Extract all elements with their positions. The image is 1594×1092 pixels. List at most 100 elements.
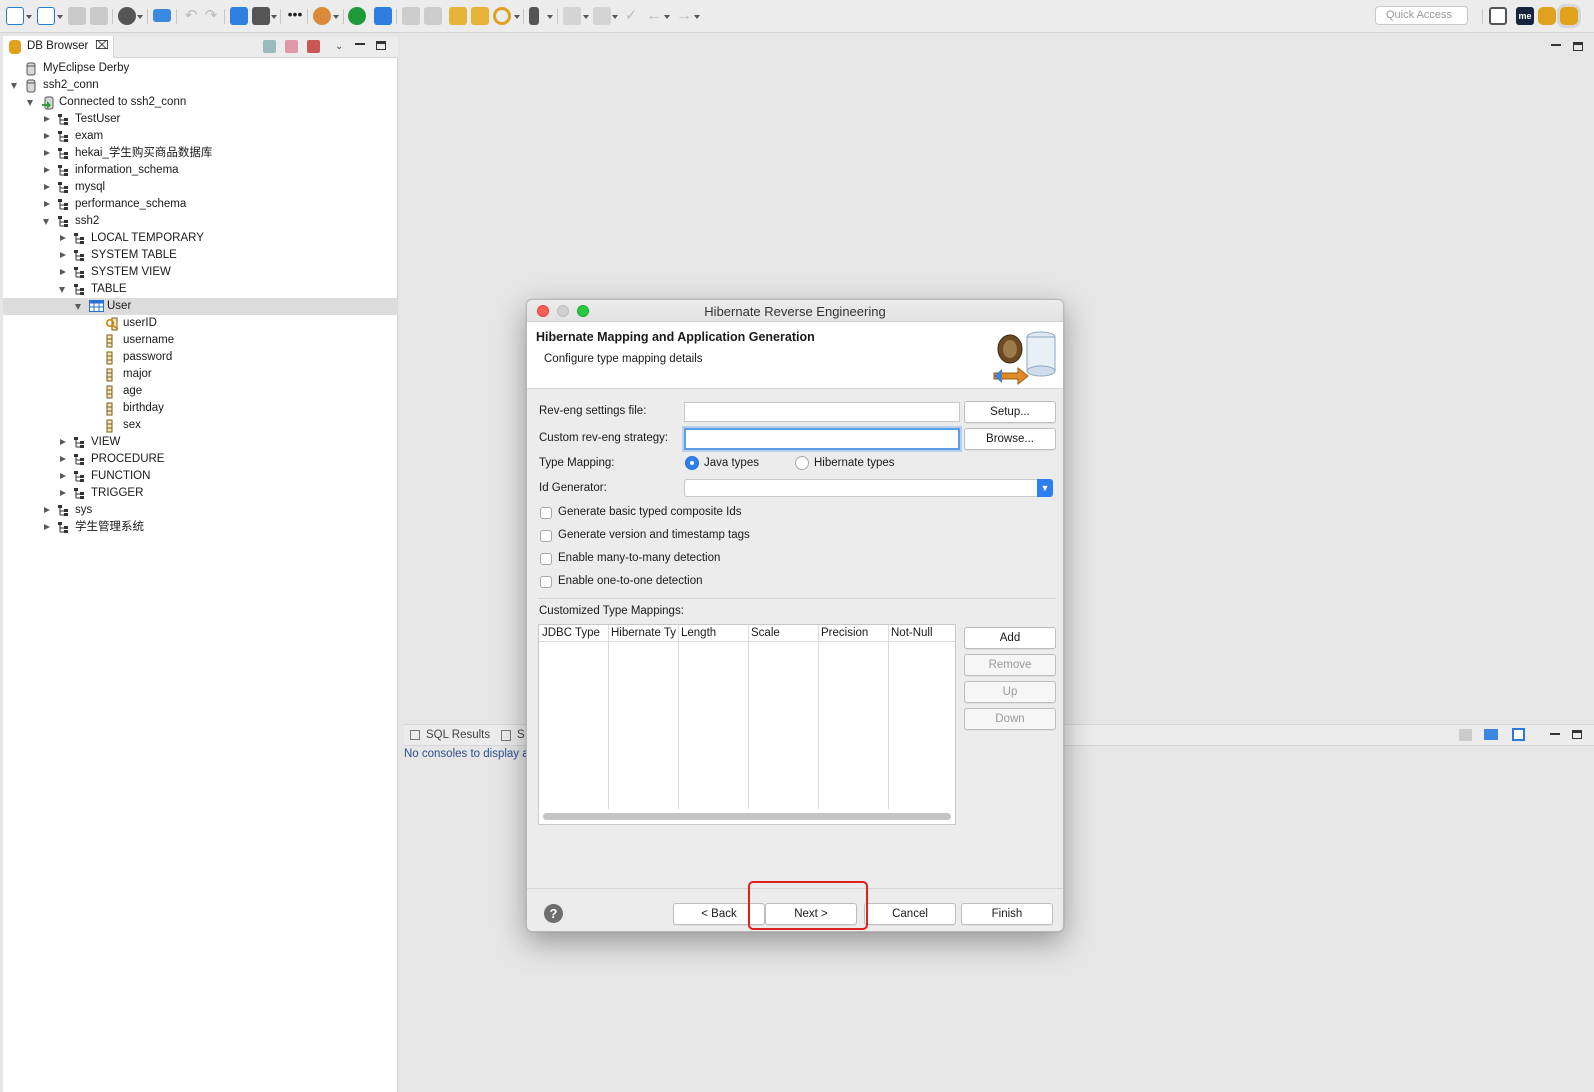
save-icon[interactable] <box>68 7 86 25</box>
new-object-icon[interactable] <box>37 7 55 25</box>
collapse-arrow-icon[interactable] <box>60 456 66 462</box>
tree-item[interactable]: birthday <box>3 400 398 417</box>
refresh-icon[interactable] <box>307 40 320 53</box>
tree-item[interactable]: FUNCTION <box>3 468 398 485</box>
collapse-arrow-icon[interactable] <box>60 252 66 258</box>
cancel-button[interactable]: Cancel <box>864 903 956 925</box>
col-hibernate-type[interactable]: Hibernate Ty <box>608 625 678 642</box>
remove-button[interactable]: Remove <box>964 654 1056 676</box>
pin-console-icon[interactable] <box>1459 729 1472 741</box>
java-types-label[interactable]: Java types <box>704 457 759 469</box>
horizontal-scrollbar[interactable] <box>543 813 951 820</box>
undo-icon[interactable]: ↶ <box>182 7 200 25</box>
tab-sql-results[interactable]: SQL Results <box>426 729 490 741</box>
down-button[interactable]: Down <box>964 708 1056 730</box>
col-scale[interactable]: Scale <box>748 625 818 642</box>
edit2-icon[interactable] <box>593 7 611 25</box>
one-to-one-label[interactable]: Enable one-to-one detection <box>558 575 703 587</box>
version-timestamp-label[interactable]: Generate version and timestamp tags <box>558 529 750 541</box>
database-icon[interactable] <box>1538 7 1556 25</box>
col-jdbc-type[interactable]: JDBC Type <box>539 625 608 642</box>
tree-item[interactable]: TABLE <box>3 281 398 298</box>
collapse-arrow-icon[interactable] <box>60 490 66 496</box>
browse-button[interactable]: Browse... <box>964 428 1056 450</box>
console-maximize-icon[interactable] <box>1572 730 1582 739</box>
col-precision[interactable]: Precision <box>818 625 888 642</box>
java-types-radio[interactable] <box>685 456 699 470</box>
composite-ids-checkbox[interactable] <box>540 507 552 519</box>
rev-eng-settings-field[interactable] <box>684 402 960 422</box>
setup-button[interactable]: Setup... <box>964 401 1056 423</box>
tree-item[interactable]: ssh2_conn <box>3 77 398 94</box>
tree-item[interactable]: SYSTEM TABLE <box>3 247 398 264</box>
tree-item[interactable]: TRIGGER <box>3 485 398 502</box>
redo-icon[interactable]: ↷ <box>202 7 220 25</box>
tree-item[interactable]: exam <box>3 128 398 145</box>
forward-icon[interactable]: → <box>675 7 693 25</box>
tree-item[interactable]: ssh2 <box>3 213 398 230</box>
nav-icon[interactable]: ✓ <box>622 7 640 25</box>
tree-item[interactable]: 学生管理系统 <box>3 519 398 536</box>
tree-item[interactable]: age <box>3 383 398 400</box>
col-not-null[interactable]: Not-Null <box>888 625 955 642</box>
tree-item[interactable]: mysql <box>3 179 398 196</box>
collapse-arrow-icon[interactable] <box>60 473 66 479</box>
palette-icon[interactable] <box>313 7 331 25</box>
collapse-arrow-icon[interactable] <box>44 507 50 513</box>
custom-strategy-field[interactable] <box>684 428 960 450</box>
tab-sql-history[interactable]: S <box>517 729 525 741</box>
col-length[interactable]: Length <box>678 625 748 642</box>
chevron-down-icon[interactable]: ▼ <box>1037 479 1053 497</box>
new-console-icon[interactable] <box>1512 728 1525 741</box>
tree-item[interactable]: sex <box>3 417 398 434</box>
up-button[interactable]: Up <box>964 681 1056 703</box>
collapse-arrow-icon[interactable] <box>60 439 66 445</box>
editor-maximize-icon[interactable] <box>1573 42 1583 51</box>
tree-item[interactable]: SYSTEM VIEW <box>3 264 398 281</box>
display-console-icon[interactable] <box>1484 729 1498 740</box>
collapse-arrow-icon[interactable] <box>44 116 50 122</box>
collapse-arrow-icon[interactable] <box>44 201 50 207</box>
tree-item[interactable]: information_schema <box>3 162 398 179</box>
expand-arrow-icon[interactable] <box>43 219 49 225</box>
deploy-icon[interactable] <box>252 7 270 25</box>
collapse-arrow-icon[interactable] <box>60 269 66 275</box>
expand-arrow-icon[interactable] <box>59 287 65 293</box>
tree-item[interactable]: username <box>3 332 398 349</box>
collapse-arrow-icon[interactable] <box>60 235 66 241</box>
hibernate-types-radio[interactable] <box>795 456 809 470</box>
tree-item[interactable]: MyEclipse Derby <box>3 60 398 77</box>
publish-icon[interactable] <box>230 7 248 25</box>
expand-arrow-icon[interactable] <box>27 100 33 106</box>
folder-image-icon[interactable] <box>471 7 489 25</box>
edit-icon[interactable] <box>563 7 581 25</box>
tree-item[interactable]: PROCEDURE <box>3 451 398 468</box>
collapse-arrow-icon[interactable] <box>44 167 50 173</box>
collapse-arrow-icon[interactable] <box>44 133 50 139</box>
composite-ids-label[interactable]: Generate basic typed composite Ids <box>558 506 741 518</box>
quick-access-input[interactable]: Quick Access <box>1375 6 1468 25</box>
connect-icon[interactable] <box>263 40 276 53</box>
version-timestamp-checkbox[interactable] <box>540 530 552 542</box>
minimize-icon[interactable] <box>355 43 365 45</box>
database-active-icon[interactable] <box>1560 7 1578 25</box>
disconnect-icon[interactable] <box>285 40 298 53</box>
type-mappings-table[interactable]: JDBC Type Hibernate Ty Length Scale Prec… <box>538 624 956 825</box>
run-icon[interactable] <box>348 7 366 25</box>
tree-item[interactable]: sys <box>3 502 398 519</box>
many-to-many-checkbox[interactable] <box>540 553 552 565</box>
view-menu-icon[interactable]: ⌄ <box>335 41 343 52</box>
grid-icon[interactable] <box>374 7 392 25</box>
add-button[interactable]: Add <box>964 627 1056 649</box>
tree-item[interactable]: password <box>3 349 398 366</box>
tree-item[interactable]: major <box>3 366 398 383</box>
hibernate-types-label[interactable]: Hibernate types <box>814 457 895 469</box>
folder-icon[interactable] <box>402 7 420 25</box>
tree-item[interactable]: performance_schema <box>3 196 398 213</box>
maximize-icon[interactable] <box>376 41 386 50</box>
console-minimize-icon[interactable] <box>1550 733 1560 735</box>
tree-item[interactable]: Connected to ssh2_conn <box>3 94 398 111</box>
collapse-arrow-icon[interactable] <box>44 524 50 530</box>
many-to-many-label[interactable]: Enable many-to-many detection <box>558 552 720 564</box>
expand-arrow-icon[interactable] <box>11 83 17 89</box>
